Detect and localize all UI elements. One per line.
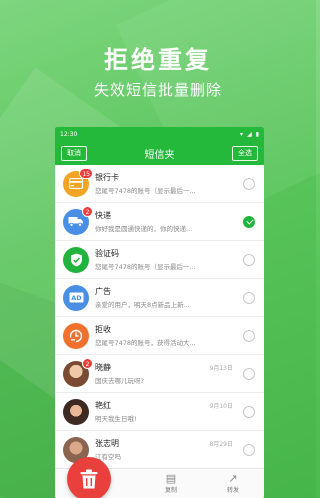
message-preview: 国庆去哪儿玩呀? — [95, 377, 144, 385]
select-checkbox[interactable] — [243, 367, 255, 380]
trash-icon — [80, 469, 98, 489]
message-title: 艳红 — [95, 401, 111, 410]
message-preview: 你好我是圆通快递的，你的快递... — [95, 225, 193, 233]
message-title: 张志明 — [95, 439, 119, 448]
promo-headline: 拒绝重复 — [104, 46, 212, 74]
copy-icon: ▤ — [165, 472, 177, 485]
message-title: 广告 — [95, 287, 111, 296]
phone-screen: 12:30 ▾ ◢ ▮ 取消 短信夹 全选 15 银行卡 您尾号7478的账号（… — [55, 127, 264, 498]
battery-icon: ▮ — [255, 130, 259, 138]
status-time: 12:30 — [60, 130, 78, 138]
message-title: 验证码 — [95, 249, 119, 258]
copy-label: 复制 — [164, 487, 177, 494]
message-preview: 亲爱的用户，明天8点新品上新... — [95, 301, 190, 309]
list-item[interactable]: 拒收 您尾号7478的账号，获得活动大... — [55, 317, 264, 355]
message-preview: 您尾号7478的账号，获得活动大... — [95, 339, 196, 347]
forward-label: 转发 — [226, 487, 239, 494]
unread-badge: 15 — [79, 167, 93, 179]
forward-button[interactable]: ↗ 转发 — [202, 469, 264, 498]
wifi-icon: ▾ — [240, 130, 244, 138]
message-date: 8月29日 — [209, 441, 233, 448]
message-date: 9月10日 — [209, 403, 233, 410]
message-title: 快递 — [95, 211, 111, 220]
signal-icon: ◢ — [247, 130, 252, 138]
avatar: 2 — [63, 357, 93, 387]
select-checkbox[interactable] — [243, 405, 255, 418]
unread-badge: 2 — [82, 357, 93, 369]
list-item[interactable]: 2 晓静 9月13日 国庆去哪儿玩呀? — [55, 355, 264, 393]
select-checkbox[interactable] — [243, 177, 255, 190]
forward-icon: ↗ — [228, 472, 238, 485]
select-checkbox[interactable] — [243, 253, 255, 266]
svg-text:AD: AD — [71, 294, 82, 302]
list-item[interactable]: 2 快递 你好我是圆通快递的，你的快递... — [55, 203, 264, 241]
select-checkbox[interactable] — [243, 329, 255, 342]
select-checkbox[interactable] — [243, 443, 255, 456]
cancel-button[interactable]: 取消 — [61, 145, 87, 161]
message-title: 拒收 — [95, 325, 111, 334]
message-preview: 江有空吗 — [95, 453, 121, 461]
status-bar: 12:30 ▾ ◢ ▮ — [55, 127, 264, 141]
list-item[interactable]: 15 银行卡 您尾号7478的账号（显示最后一... — [55, 165, 264, 203]
delete-button[interactable] — [67, 457, 111, 498]
avatar — [63, 398, 89, 425]
list-item[interactable]: 艳红 9月10日 明天我生日哦! — [55, 393, 264, 431]
nav-bar: 取消 短信夹 全选 — [55, 141, 264, 165]
delivery-truck-icon: 2 — [63, 205, 93, 235]
shield-check-icon — [63, 246, 89, 273]
select-checkbox-checked[interactable] — [243, 215, 255, 228]
page-title: 短信夹 — [144, 149, 175, 161]
message-title: 晓静 — [95, 363, 111, 372]
message-preview: 您尾号7478的账号（显示最后一... — [95, 263, 196, 271]
message-title: 银行卡 — [95, 173, 119, 182]
copy-button[interactable]: ▤ 复制 — [140, 469, 202, 498]
unread-badge: 2 — [82, 205, 93, 217]
select-all-button[interactable]: 全选 — [232, 145, 258, 161]
bank-card-icon: 15 — [63, 167, 93, 197]
promo-subheadline: 失效短信批量删除 — [93, 81, 222, 99]
message-date: 9月13日 — [209, 365, 233, 372]
list-item[interactable]: AD 广告 亲爱的用户，明天8点新品上新... — [55, 279, 264, 317]
list-item[interactable]: 验证码 您尾号7478的账号（显示最后一... — [55, 241, 264, 279]
ad-icon: AD — [63, 284, 89, 311]
reject-icon — [63, 322, 89, 349]
message-preview: 明天我生日哦! — [95, 415, 137, 423]
select-checkbox[interactable] — [243, 291, 255, 304]
message-preview: 您尾号7478的账号（显示最后一... — [95, 187, 196, 195]
message-list: 15 银行卡 您尾号7478的账号（显示最后一... 2 快递 你好我是圆通快递… — [55, 165, 264, 469]
